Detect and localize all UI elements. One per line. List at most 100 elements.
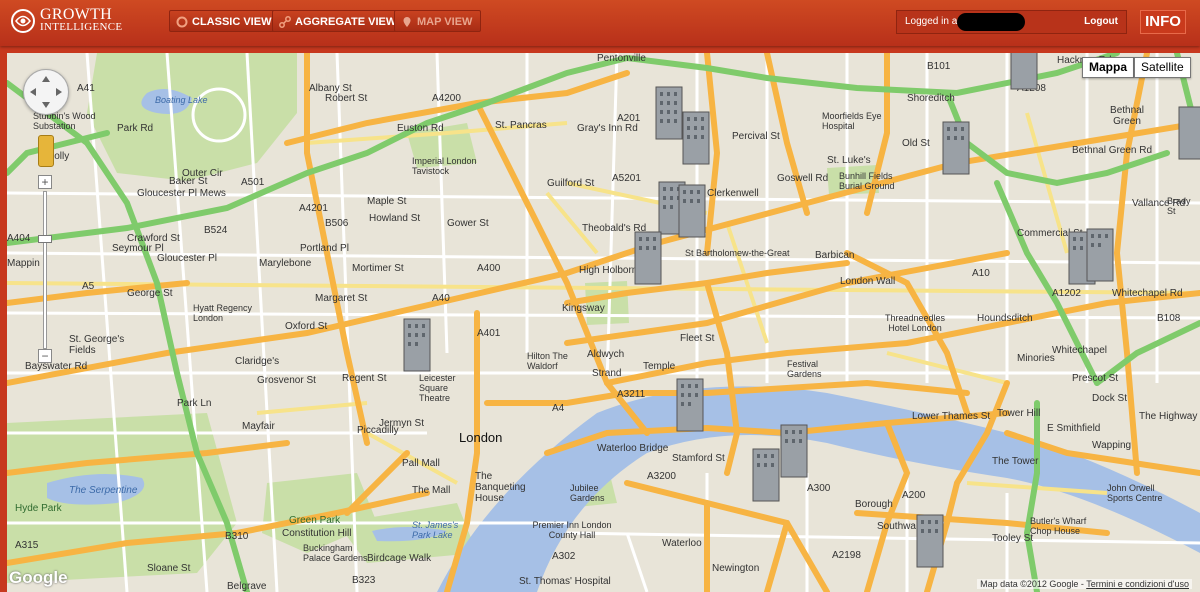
map-type-mappa-button[interactable]: Mappa — [1082, 57, 1135, 78]
circle-icon — [176, 16, 188, 28]
map-label: St Bartholomew-the-Great — [685, 248, 790, 258]
map-label: Hilton The Waldorf — [527, 351, 568, 371]
map-label: Claridge's — [235, 356, 280, 367]
zoom-slider-track[interactable] — [43, 191, 47, 349]
building-marker-icon[interactable] — [1083, 225, 1123, 285]
map-label: Houndsditch — [977, 313, 1033, 324]
map-attribution: Map data ©2012 Google - Termini e condiz… — [977, 579, 1192, 589]
map-label: The Tower — [992, 456, 1039, 467]
map-label: Albany St — [309, 83, 352, 94]
map-label: Kingsway — [562, 303, 605, 314]
building-marker-icon[interactable] — [679, 108, 719, 168]
map-label: A300 — [807, 483, 831, 494]
building-marker-icon[interactable] — [400, 315, 440, 375]
logo-icon — [11, 9, 35, 33]
map-label: Baker St — [169, 176, 208, 187]
map-label: Whitechapel — [1052, 345, 1108, 356]
zoom-control: + − — [38, 175, 52, 365]
map-label: Bunhill Fields Burial Ground — [839, 171, 895, 191]
map-label: Hyatt Regency London — [193, 303, 253, 323]
map-label: A401 — [477, 328, 501, 339]
map-label: The Mall — [412, 485, 451, 496]
logo-line1: GROWTH — [40, 6, 113, 23]
map-label: Butler's Wharf Chop House — [1030, 516, 1087, 536]
aggregate-view-label: AGGREGATE VIEW — [295, 16, 397, 28]
map-label: E Smithfield — [1047, 423, 1101, 434]
map-label: John Orwell Sports Centre — [1107, 483, 1163, 503]
google-logo[interactable]: Google — [9, 568, 68, 588]
classic-view-button[interactable]: CLASSIC VIEW — [169, 10, 281, 32]
map-label: Bethnal Green — [1110, 105, 1144, 127]
map-label: Goswell Rd — [777, 173, 829, 184]
map-label: Pentonville — [597, 53, 646, 64]
map-label: Percival St — [732, 131, 780, 142]
building-marker-icon[interactable] — [939, 118, 979, 178]
map-label: Sloane St — [147, 563, 191, 574]
building-marker-icon[interactable] — [1007, 53, 1047, 93]
map-label: St. Thomas' Hospital — [519, 576, 611, 587]
map-label: Threadneedles Hotel London — [884, 313, 946, 333]
map-label: Tooley St — [992, 533, 1034, 544]
map-view-label: MAP VIEW — [417, 16, 473, 28]
zoom-slider-handle[interactable] — [38, 235, 52, 243]
map-label: Portland Pl — [300, 243, 349, 254]
map-label: Hyde Park — [15, 503, 62, 514]
map-label: Borough — [855, 499, 893, 510]
map-label: The Highway — [1139, 411, 1198, 422]
user-box: Logged in as: Logout — [896, 10, 1127, 34]
map-label: Mayfair — [242, 421, 275, 432]
zoom-in-button[interactable]: + — [38, 175, 52, 189]
map-label: B506 — [325, 218, 349, 229]
map-label: Buckingham Palace Gardens — [303, 543, 368, 563]
building-marker-icon[interactable] — [1175, 103, 1200, 163]
map-label: A10 — [972, 268, 990, 279]
map-label: Moorfields Eye Hospital — [822, 111, 882, 131]
map-label: Marylebone — [259, 258, 312, 269]
building-marker-icon[interactable] — [913, 511, 953, 571]
map-label: Regent St — [342, 373, 387, 384]
map-label: A5201 — [612, 173, 641, 184]
building-marker-icon[interactable] — [673, 375, 713, 435]
map-label: Lower Thames St — [912, 411, 991, 422]
map-label: St. Pancras — [495, 120, 547, 131]
building-marker-icon[interactable] — [749, 445, 789, 505]
app-header: GROWTH INTELLIGENCE CLASSIC VIEW AGGREGA… — [0, 0, 1200, 46]
map-label: A3211 — [617, 389, 646, 400]
map-label: A501 — [241, 177, 265, 188]
logo-line2: INTELLIGENCE — [40, 21, 123, 33]
map-type-satellite-button[interactable]: Satellite — [1134, 57, 1191, 78]
pan-control[interactable] — [23, 69, 69, 115]
building-marker-icon[interactable] — [675, 181, 715, 241]
map-label: Fleet St — [680, 333, 715, 344]
zoom-out-button[interactable]: − — [38, 349, 52, 363]
map-label: Park Rd — [117, 123, 154, 134]
info-button[interactable]: INFO — [1140, 10, 1186, 34]
map-view-button[interactable]: MAP VIEW — [394, 10, 482, 32]
map-label: London Wall — [840, 276, 896, 287]
logout-link[interactable]: Logout — [1084, 16, 1118, 27]
redacted-username — [957, 13, 1025, 31]
map-label: Old St — [902, 138, 930, 149]
aggregate-view-button[interactable]: AGGREGATE VIEW — [272, 10, 406, 32]
street-view-pegman-icon[interactable] — [38, 135, 54, 167]
map-label: Premier Inn London County Hall — [532, 520, 612, 540]
map-label: Pall Mall — [402, 458, 440, 469]
map-label: Tower Hill — [997, 408, 1041, 419]
terms-link[interactable]: Termini e condizioni d'uso — [1086, 579, 1189, 589]
map-label: Gloucester Pl Mews — [137, 188, 226, 199]
map-label: Euston Rd — [397, 123, 444, 134]
growth-intelligence-logo[interactable]: GROWTH INTELLIGENCE — [10, 6, 122, 38]
map-label: St. James's Park Lake — [412, 520, 459, 540]
map-label: A5 — [82, 281, 95, 292]
map-label: Jubilee Gardens — [570, 483, 605, 503]
map-label: Vallance Rd — [1132, 198, 1186, 209]
building-marker-icon[interactable] — [631, 228, 671, 288]
map-canvas[interactable]: Pentonville Shoreditch Bethnal Green Hac… — [7, 53, 1200, 592]
map-label: High Holborn — [579, 265, 638, 276]
map-label: Howland St — [369, 213, 421, 224]
map-label: Stamford St — [672, 453, 725, 464]
map-label: Mappin — [7, 258, 40, 269]
map-label: Oxford St — [285, 321, 328, 332]
map-label: Waterloo Bridge — [597, 443, 669, 454]
map-label: Leicester Square Theatre — [419, 373, 456, 403]
